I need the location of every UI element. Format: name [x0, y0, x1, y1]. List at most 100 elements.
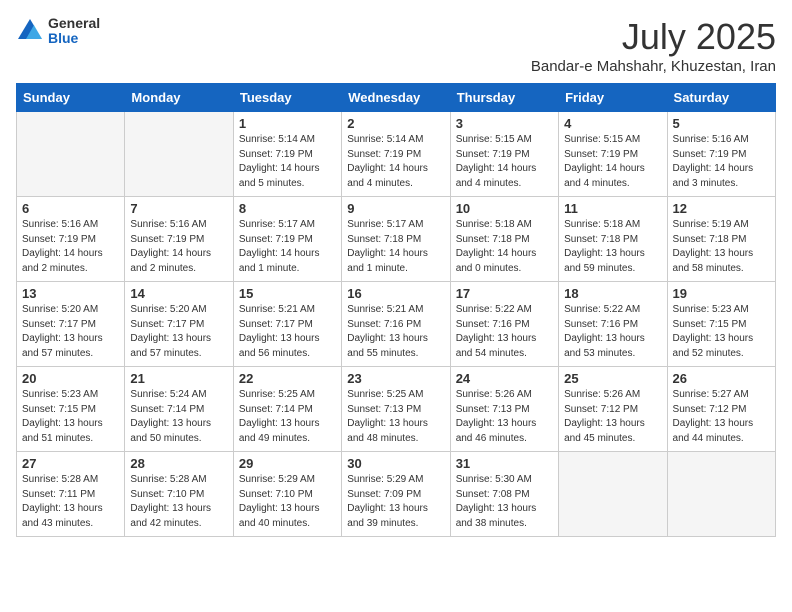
day-info: Sunrise: 5:14 AM Sunset: 7:19 PM Dayligh… [239, 133, 336, 191]
day-number: 8 [239, 201, 336, 216]
day-number: 25 [564, 371, 661, 386]
calendar-cell [559, 452, 667, 537]
calendar-cell: 20 Sunrise: 5:23 AM Sunset: 7:15 PM Dayli… [17, 367, 125, 452]
calendar-cell: 23Sunrise: 5:25 AM Sunset: 7:13 PM Dayli… [342, 367, 450, 452]
weekday-header: Monday [125, 84, 233, 112]
day-info: Sunrise: 5:21 AM Sunset: 7:16 PM Dayligh… [347, 303, 444, 361]
calendar-cell [125, 112, 233, 197]
calendar-cell: 13 Sunrise: 5:20 AM Sunset: 7:17 PM Dayli… [17, 282, 125, 367]
day-number: 20 [22, 371, 119, 386]
day-number: 4 [564, 116, 661, 131]
calendar-cell: 31 Sunrise: 5:30 AM Sunset: 7:08 PM Dayli… [450, 452, 558, 537]
day-info: Sunrise: 5:16 AM Sunset: 7:19 PM Dayligh… [22, 218, 119, 276]
day-number: 19 [673, 286, 770, 301]
day-number: 29 [239, 456, 336, 471]
calendar-cell [17, 112, 125, 197]
calendar-cell: 27Sunrise: 5:28 AM Sunset: 7:11 PM Dayli… [17, 452, 125, 537]
calendar-cell [667, 452, 775, 537]
calendar-cell: 16Sunrise: 5:21 AM Sunset: 7:16 PM Dayli… [342, 282, 450, 367]
day-info: Sunrise: 5:17 AM Sunset: 7:19 PM Dayligh… [239, 218, 336, 276]
day-info: Sunrise: 5:22 AM Sunset: 7:16 PM Dayligh… [564, 303, 661, 361]
day-number: 31 [456, 456, 553, 471]
day-info: Sunrise: 5:15 AM Sunset: 7:19 PM Dayligh… [564, 133, 661, 191]
day-info: Sunrise: 5:30 AM Sunset: 7:08 PM Dayligh… [456, 473, 553, 531]
calendar-cell: 2 Sunrise: 5:14 AM Sunset: 7:19 PM Daylig… [342, 112, 450, 197]
calendar-cell: 21Sunrise: 5:24 AM Sunset: 7:14 PM Dayli… [125, 367, 233, 452]
day-number: 7 [130, 201, 227, 216]
day-number: 12 [673, 201, 770, 216]
day-number: 11 [564, 201, 661, 216]
calendar-week-row: 1Sunrise: 5:14 AM Sunset: 7:19 PM Daylig… [17, 112, 776, 197]
weekday-header: Wednesday [342, 84, 450, 112]
page-header: General Blue July 2025 Bandar-e Mahshahr… [16, 16, 776, 75]
calendar-week-row: 6 Sunrise: 5:16 AM Sunset: 7:19 PM Daylig… [17, 197, 776, 282]
calendar-week-row: 20 Sunrise: 5:23 AM Sunset: 7:15 PM Dayli… [17, 367, 776, 452]
day-info: Sunrise: 5:23 AM Sunset: 7:15 PM Dayligh… [673, 303, 770, 361]
day-info: Sunrise: 5:21 AM Sunset: 7:17 PM Dayligh… [239, 303, 336, 361]
calendar-cell: 17Sunrise: 5:22 AM Sunset: 7:16 PM Dayli… [450, 282, 558, 367]
day-info: Sunrise: 5:16 AM Sunset: 7:19 PM Dayligh… [673, 133, 770, 191]
calendar-cell: 19 Sunrise: 5:23 AM Sunset: 7:15 PM Dayli… [667, 282, 775, 367]
title-block: July 2025 Bandar-e Mahshahr, Khuzestan, … [531, 16, 776, 75]
day-number: 3 [456, 116, 553, 131]
day-info: Sunrise: 5:23 AM Sunset: 7:15 PM Dayligh… [22, 388, 119, 446]
calendar-cell: 15Sunrise: 5:21 AM Sunset: 7:17 PM Dayli… [233, 282, 341, 367]
calendar-cell: 25 Sunrise: 5:26 AM Sunset: 7:12 PM Dayli… [559, 367, 667, 452]
calendar-cell: 4 Sunrise: 5:15 AM Sunset: 7:19 PM Daylig… [559, 112, 667, 197]
day-info: Sunrise: 5:29 AM Sunset: 7:10 PM Dayligh… [239, 473, 336, 531]
day-info: Sunrise: 5:29 AM Sunset: 7:09 PM Dayligh… [347, 473, 444, 531]
day-info: Sunrise: 5:14 AM Sunset: 7:19 PM Dayligh… [347, 133, 444, 191]
location-subtitle: Bandar-e Mahshahr, Khuzestan, Iran [531, 58, 776, 75]
day-info: Sunrise: 5:24 AM Sunset: 7:14 PM Dayligh… [130, 388, 227, 446]
day-info: Sunrise: 5:25 AM Sunset: 7:14 PM Dayligh… [239, 388, 336, 446]
day-number: 9 [347, 201, 444, 216]
day-number: 6 [22, 201, 119, 216]
month-title: July 2025 [531, 16, 776, 58]
calendar-cell: 14 Sunrise: 5:20 AM Sunset: 7:17 PM Dayli… [125, 282, 233, 367]
day-number: 28 [130, 456, 227, 471]
calendar-week-row: 13 Sunrise: 5:20 AM Sunset: 7:17 PM Dayli… [17, 282, 776, 367]
day-number: 27 [22, 456, 119, 471]
day-number: 14 [130, 286, 227, 301]
calendar-cell: 5 Sunrise: 5:16 AM Sunset: 7:19 PM Daylig… [667, 112, 775, 197]
calendar-cell: 12Sunrise: 5:19 AM Sunset: 7:18 PM Dayli… [667, 197, 775, 282]
weekday-header: Tuesday [233, 84, 341, 112]
day-number: 22 [239, 371, 336, 386]
day-info: Sunrise: 5:20 AM Sunset: 7:17 PM Dayligh… [22, 303, 119, 361]
calendar-cell: 22 Sunrise: 5:25 AM Sunset: 7:14 PM Dayli… [233, 367, 341, 452]
calendar-cell: 9 Sunrise: 5:17 AM Sunset: 7:18 PM Daylig… [342, 197, 450, 282]
weekday-header: Thursday [450, 84, 558, 112]
day-info: Sunrise: 5:22 AM Sunset: 7:16 PM Dayligh… [456, 303, 553, 361]
calendar-table: SundayMondayTuesdayWednesdayThursdayFrid… [16, 83, 776, 537]
day-info: Sunrise: 5:15 AM Sunset: 7:19 PM Dayligh… [456, 133, 553, 191]
weekday-header-row: SundayMondayTuesdayWednesdayThursdayFrid… [17, 84, 776, 112]
day-number: 26 [673, 371, 770, 386]
day-number: 23 [347, 371, 444, 386]
weekday-header: Sunday [17, 84, 125, 112]
calendar-cell: 29 Sunrise: 5:29 AM Sunset: 7:10 PM Dayli… [233, 452, 341, 537]
calendar-cell: 10 Sunrise: 5:18 AM Sunset: 7:18 PM Dayli… [450, 197, 558, 282]
calendar-cell: 1Sunrise: 5:14 AM Sunset: 7:19 PM Daylig… [233, 112, 341, 197]
day-info: Sunrise: 5:27 AM Sunset: 7:12 PM Dayligh… [673, 388, 770, 446]
day-info: Sunrise: 5:16 AM Sunset: 7:19 PM Dayligh… [130, 218, 227, 276]
day-info: Sunrise: 5:26 AM Sunset: 7:12 PM Dayligh… [564, 388, 661, 446]
day-info: Sunrise: 5:28 AM Sunset: 7:10 PM Dayligh… [130, 473, 227, 531]
day-number: 2 [347, 116, 444, 131]
day-info: Sunrise: 5:18 AM Sunset: 7:18 PM Dayligh… [456, 218, 553, 276]
day-info: Sunrise: 5:26 AM Sunset: 7:13 PM Dayligh… [456, 388, 553, 446]
calendar-cell: 24Sunrise: 5:26 AM Sunset: 7:13 PM Dayli… [450, 367, 558, 452]
calendar-week-row: 27Sunrise: 5:28 AM Sunset: 7:11 PM Dayli… [17, 452, 776, 537]
calendar-cell: 3 Sunrise: 5:15 AM Sunset: 7:19 PM Daylig… [450, 112, 558, 197]
day-number: 10 [456, 201, 553, 216]
day-info: Sunrise: 5:18 AM Sunset: 7:18 PM Dayligh… [564, 218, 661, 276]
calendar-cell: 6 Sunrise: 5:16 AM Sunset: 7:19 PM Daylig… [17, 197, 125, 282]
calendar-cell: 26 Sunrise: 5:27 AM Sunset: 7:12 PM Dayli… [667, 367, 775, 452]
day-number: 5 [673, 116, 770, 131]
day-number: 30 [347, 456, 444, 471]
day-info: Sunrise: 5:20 AM Sunset: 7:17 PM Dayligh… [130, 303, 227, 361]
day-number: 18 [564, 286, 661, 301]
calendar-cell: 28 Sunrise: 5:28 AM Sunset: 7:10 PM Dayli… [125, 452, 233, 537]
calendar-cell: 7 Sunrise: 5:16 AM Sunset: 7:19 PM Daylig… [125, 197, 233, 282]
day-number: 13 [22, 286, 119, 301]
day-info: Sunrise: 5:17 AM Sunset: 7:18 PM Dayligh… [347, 218, 444, 276]
